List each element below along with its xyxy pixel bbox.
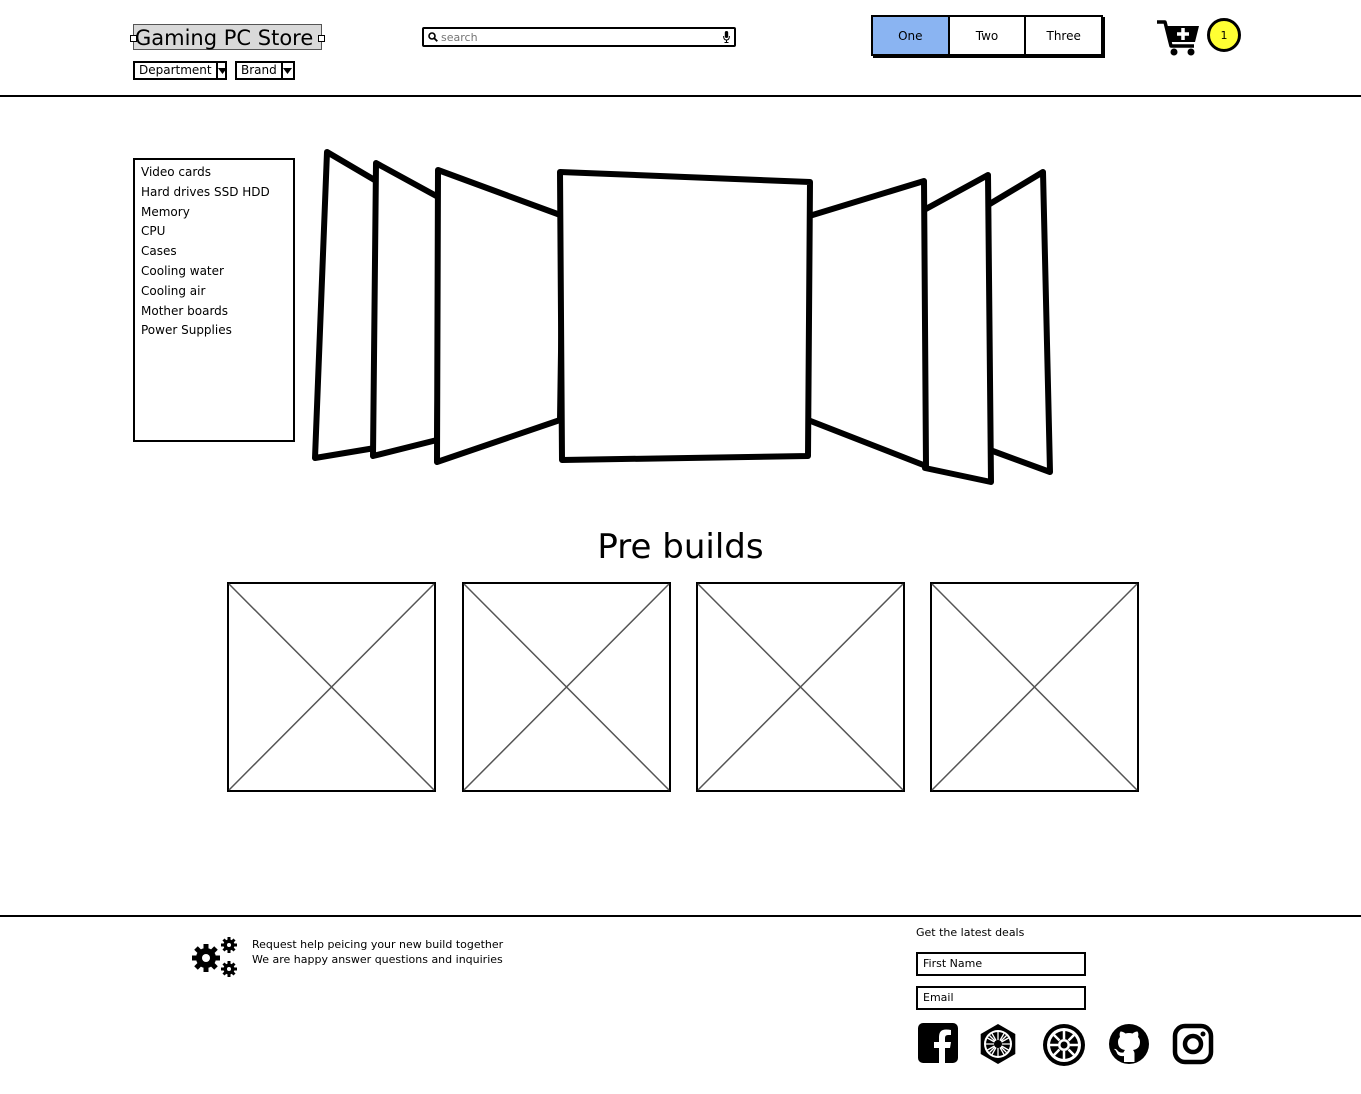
email-input[interactable] — [923, 991, 1079, 1004]
prebuild-image-1[interactable] — [227, 582, 436, 792]
chevron-down-icon — [280, 63, 293, 78]
tab-two[interactable]: Two — [950, 17, 1027, 54]
carousel-slide-right-1 — [803, 178, 929, 469]
help-text: Request help peicing your new build toge… — [252, 937, 503, 967]
facebook-icon[interactable] — [918, 1023, 958, 1063]
sidebar-item-hard-drives[interactable]: Hard drives SSD HDD — [141, 183, 287, 203]
github-icon[interactable] — [1108, 1023, 1149, 1064]
store-logo[interactable]: Gaming PC Store — [130, 24, 325, 50]
carousel-slide-left-3 — [312, 149, 381, 461]
prebuild-image-4[interactable] — [930, 582, 1139, 792]
prebuilds-title: Pre builds — [597, 527, 764, 567]
resize-handle-left — [130, 35, 137, 42]
sidebar-item-cases[interactable]: Cases — [141, 242, 287, 262]
carousel-slide-left-1 — [434, 167, 566, 465]
cover-flow-carousel[interactable] — [300, 140, 1070, 504]
department-dropdown[interactable]: Department — [133, 61, 227, 80]
header-divider — [0, 95, 1361, 97]
search-bar[interactable] — [422, 27, 736, 47]
newsletter-heading: Get the latest deals — [916, 926, 1025, 939]
cart-count-badge: 1 — [1207, 18, 1241, 52]
resize-handle-right — [318, 35, 325, 42]
microphone-icon[interactable] — [723, 31, 730, 43]
store-logo-text: Gaming PC Store — [135, 26, 314, 50]
sidebar-item-video-cards[interactable]: Video cards — [141, 163, 287, 183]
cart-add-icon[interactable] — [1156, 18, 1202, 62]
footer-divider — [0, 915, 1361, 917]
carousel-slide-right-3 — [985, 169, 1053, 475]
sidebar-item-cpu[interactable]: CPU — [141, 222, 287, 242]
image-placeholder-icon — [696, 582, 905, 792]
prebuild-image-3[interactable] — [696, 582, 905, 792]
help-line-2: We are happy answer questions and inquir… — [252, 953, 503, 966]
department-dropdown-label: Department — [139, 63, 212, 77]
image-placeholder-icon — [930, 582, 1139, 792]
carousel-slide-center — [557, 169, 813, 463]
image-placeholder-icon — [227, 582, 436, 792]
tab-bar: One Two Three — [871, 15, 1103, 56]
first-name-field[interactable] — [916, 952, 1086, 976]
sidebar-item-power-supplies[interactable]: Power Supplies — [141, 321, 287, 341]
chevron-down-icon — [215, 63, 227, 78]
galactic-empire-icon[interactable] — [1042, 1023, 1085, 1066]
cart-count: 1 — [1220, 28, 1228, 42]
sidebar-item-memory[interactable]: Memory — [141, 203, 287, 223]
email-field[interactable] — [916, 986, 1086, 1010]
brand-dropdown-label: Brand — [241, 63, 277, 77]
tab-one[interactable]: One — [873, 17, 950, 54]
help-line-1: Request help peicing your new build toge… — [252, 938, 504, 951]
prebuild-image-2[interactable] — [462, 582, 671, 792]
gears-icon — [190, 936, 240, 984]
category-sidebar: Video cards Hard drives SSD HDD Memory C… — [133, 158, 295, 442]
tab-three[interactable]: Three — [1026, 17, 1101, 54]
first-name-input[interactable] — [923, 957, 1079, 970]
first-order-icon[interactable] — [977, 1023, 1017, 1064]
sidebar-item-cooling-water[interactable]: Cooling water — [141, 262, 287, 282]
image-placeholder-icon — [462, 582, 671, 792]
carousel-slide-left-2 — [370, 160, 443, 459]
sidebar-item-cooling-air[interactable]: Cooling air — [141, 282, 287, 302]
instagram-icon[interactable] — [1172, 1023, 1214, 1065]
brand-dropdown[interactable]: Brand — [235, 61, 295, 80]
search-input[interactable] — [441, 30, 723, 44]
sidebar-item-mother-boards[interactable]: Mother boards — [141, 302, 287, 322]
carousel-slide-right-2 — [921, 172, 994, 485]
search-icon — [428, 32, 438, 42]
